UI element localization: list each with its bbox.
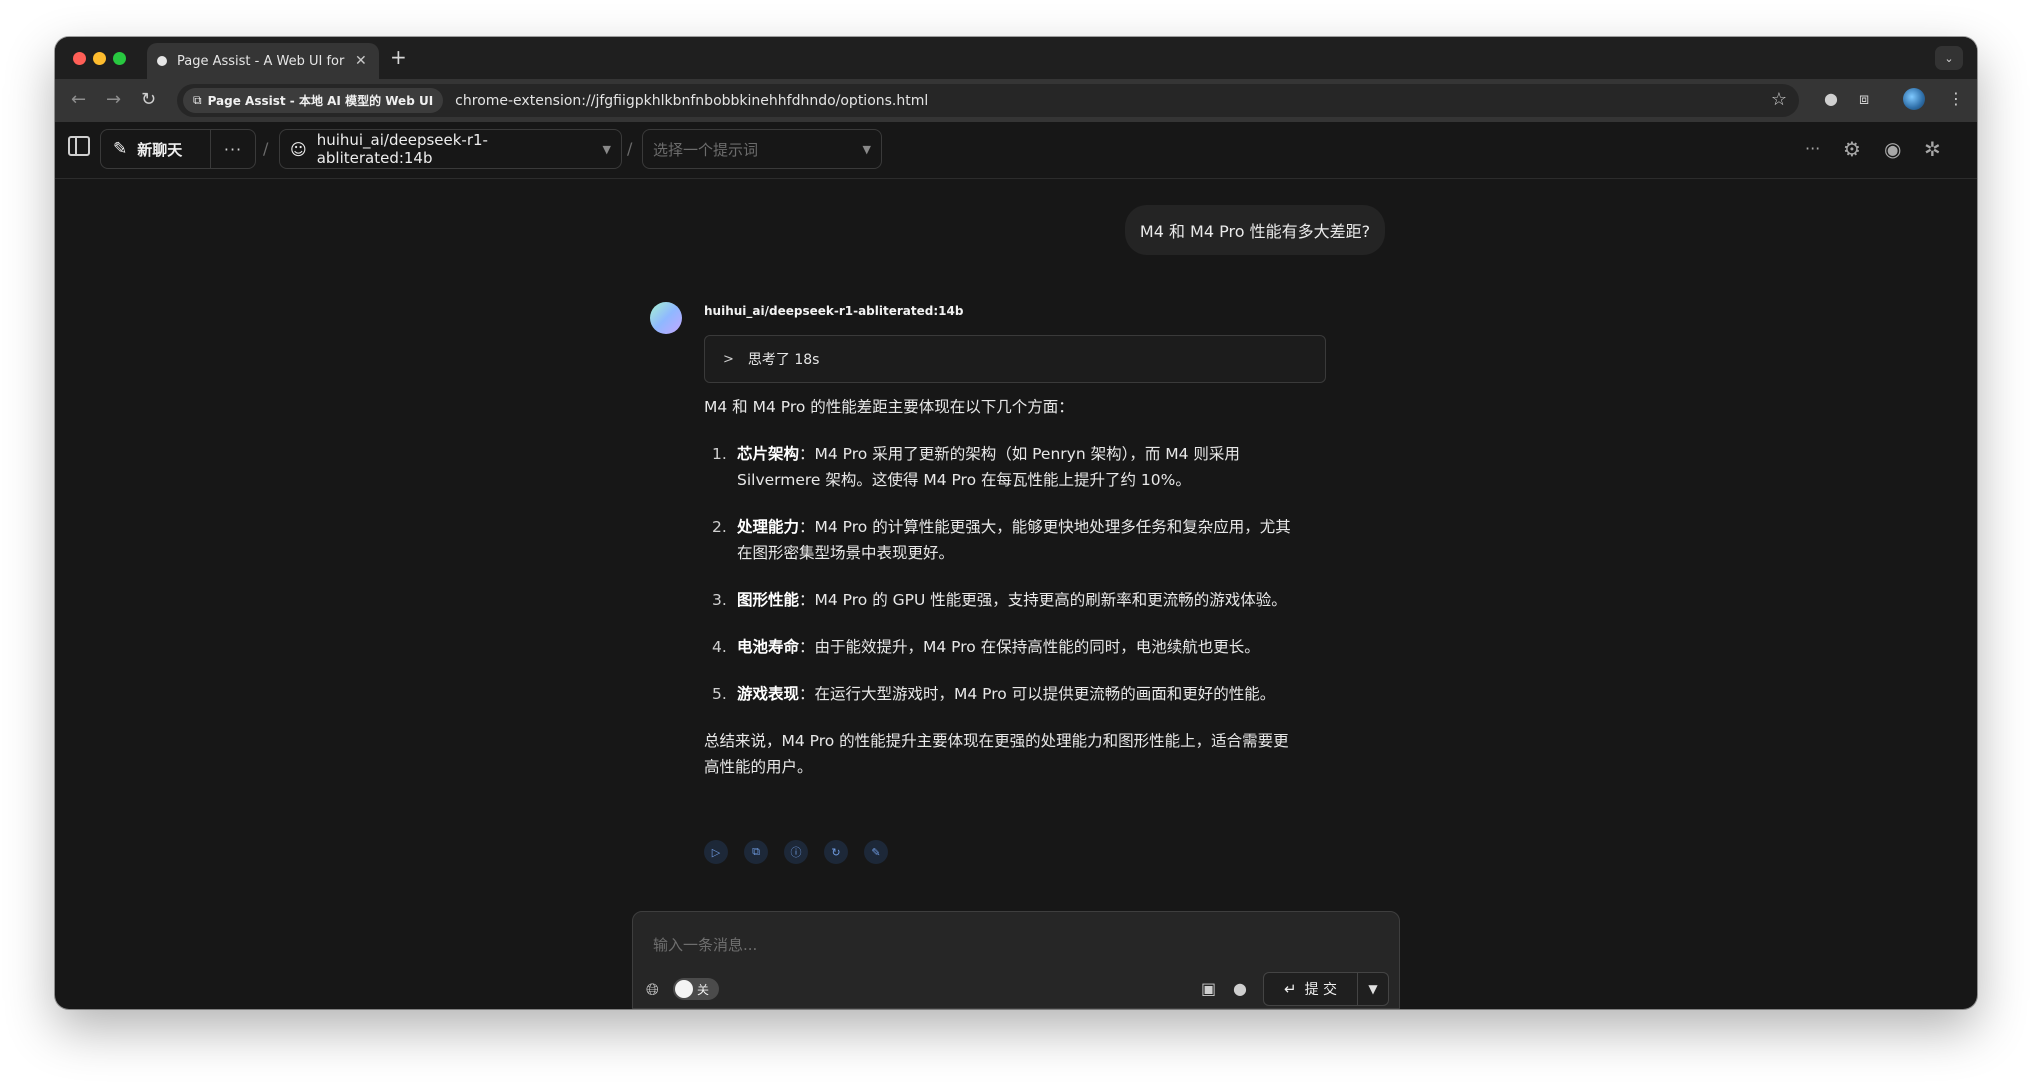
play-icon[interactable]: ▷ [704, 840, 728, 864]
reload-icon[interactable]: ↻ [141, 89, 156, 110]
submit-group: ↵ 提 交 ▼ [1263, 972, 1389, 1006]
settings-icon[interactable]: ⚙ [1843, 137, 1861, 161]
assistant-model-name: huihui_ai/deepseek-r1-abliterated:14b [704, 304, 964, 318]
chat-more-button[interactable]: ··· [211, 130, 255, 168]
model-icon: ☺ [290, 139, 307, 159]
tab-search-button[interactable]: ⌄ [1935, 46, 1963, 70]
new-chat-group: ✎ 新聊天 ··· [100, 129, 256, 169]
new-tab-button[interactable]: + [390, 45, 407, 69]
extension-dot-icon[interactable]: ● [1824, 89, 1838, 108]
list-item: 1. 芯片架构：M4 Pro 采用了更新的架构（如 Penryn 架构），而 M4… [704, 441, 1304, 493]
close-window-button[interactable] [73, 52, 86, 65]
app-header: ✎ 新聊天 ··· / ☺ huihui_ai/deepseek-r1-abli… [55, 122, 1977, 179]
breadcrumb-separator: / [627, 139, 633, 158]
browser-tab[interactable]: Page Assist - A Web UI for Lo ✕ [147, 43, 379, 79]
model-select[interactable]: ☺ huihui_ai/deepseek-r1-abliterated:14b … [279, 129, 622, 169]
item-title: 芯片架构 [737, 445, 800, 463]
item-text: ：由于能效提升，M4 Pro 在保持高性能的同时，电池续航也更长。 [799, 638, 1260, 656]
list-number: 4. [712, 638, 727, 656]
edit-icon[interactable]: ✎ [864, 840, 888, 864]
maximize-window-button[interactable] [113, 52, 126, 65]
copy-icon[interactable]: ⧉ [744, 840, 768, 864]
bookmark-star-icon[interactable]: ☆ [1771, 89, 1787, 110]
thinking-label: 思考了 18s [747, 352, 820, 368]
extensions-puzzle-icon[interactable]: ⧈ [1859, 89, 1869, 109]
new-chat-button[interactable]: ✎ 新聊天 [101, 130, 211, 168]
gear-icon[interactable]: ✲ [1924, 137, 1941, 161]
sidebar-toggle-icon[interactable] [68, 136, 90, 156]
back-icon[interactable]: ← [71, 89, 86, 110]
item-title: 游戏表现 [737, 685, 800, 703]
edit-icon: ✎ [113, 139, 128, 159]
message-actions: ▷ ⧉ ⓘ ↻ ✎ [704, 840, 888, 864]
model-select-value: huihui_ai/deepseek-r1-abliterated:14b [316, 131, 488, 167]
tab-strip: Page Assist - A Web UI for Lo ✕ + ⌄ [55, 37, 1977, 79]
prompt-select[interactable]: 选择一个提示词 ▼ [642, 129, 882, 169]
answer-intro: M4 和 M4 Pro 的性能差距主要体现在以下几个方面： [704, 398, 1074, 416]
chevron-down-icon: ▼ [862, 142, 871, 156]
regenerate-icon[interactable]: ↻ [824, 840, 848, 864]
user-message: M4 和 M4 Pro 性能有多大差距? [1125, 205, 1385, 255]
answer-summary: 总结来说，M4 Pro 的性能提升主要体现在更强的处理能力和图形性能上，适合需要… [704, 732, 1289, 776]
item-title: 处理能力 [737, 518, 800, 536]
item-title: 图形性能 [737, 591, 800, 609]
item-text: ：在运行大型游戏时，M4 Pro 可以提供更流畅的画面和更好的性能。 [799, 685, 1276, 703]
message-input[interactable]: 输入一条消息... [653, 934, 757, 955]
info-icon[interactable]: ⓘ [784, 840, 808, 864]
list-number: 3. [712, 591, 727, 609]
message-composer: 输入一条消息... 🌐︎ 关 ▣ ● ↵ 提 交 ▼ [632, 911, 1400, 1009]
tab-favicon-icon [157, 56, 167, 66]
item-text: ：M4 Pro 采用了更新的架构（如 Penryn 架构），而 M4 则采用 S… [737, 445, 1240, 489]
item-title: 电池寿命 [737, 638, 800, 656]
site-info-chip[interactable]: ⧉ Page Assist - 本地 AI 模型的 Web UI [183, 88, 444, 113]
prompt-select-placeholder: 选择一个提示词 [653, 140, 759, 159]
chevron-down-icon: ▼ [602, 142, 611, 156]
assistant-message: M4 和 M4 Pro 的性能差距主要体现在以下几个方面： 1. 芯片架构：M4 … [704, 394, 1304, 801]
breadcrumb-separator: / [263, 139, 269, 158]
item-text: ：M4 Pro 的计算性能更强大，能够更快地处理多任务和复杂应用，尤其在图形密集… [737, 518, 1291, 562]
extension-page-icon: ⧉ [193, 93, 202, 107]
address-bar[interactable]: ⧉ Page Assist - 本地 AI 模型的 Web UI chrome-… [177, 84, 1799, 117]
forward-icon[interactable]: → [106, 89, 121, 110]
microphone-icon[interactable]: ● [1233, 979, 1247, 998]
list-item: 5. 游戏表现：在运行大型游戏时，M4 Pro 可以提供更流畅的画面和更好的性能。 [704, 681, 1304, 707]
enter-icon: ↵ [1283, 980, 1297, 998]
list-number: 5. [712, 685, 727, 703]
image-upload-icon[interactable]: ▣ [1201, 979, 1216, 998]
list-item: 4. 电池寿命：由于能效提升，M4 Pro 在保持高性能的同时，电池续航也更长。 [704, 634, 1304, 660]
submit-options-button[interactable]: ▼ [1358, 973, 1388, 1005]
chevron-right-icon: > [723, 351, 734, 367]
more-icon[interactable]: ··· [1805, 139, 1820, 158]
profile-avatar[interactable] [1903, 88, 1925, 110]
list-number: 1. [712, 445, 727, 463]
assistant-avatar [650, 302, 682, 334]
list-item: 2. 处理能力：M4 Pro 的计算性能更强大，能够更快地处理多任务和复杂应用，尤… [704, 514, 1304, 566]
list-number: 2. [712, 518, 727, 536]
browser-window: Page Assist - A Web UI for Lo ✕ + ⌄ ← → … [55, 37, 1977, 1009]
site-chip-label: Page Assist - 本地 AI 模型的 Web UI [207, 94, 434, 108]
globe-icon[interactable]: 🌐︎ [646, 980, 659, 1000]
toggle-label: 关 [697, 982, 710, 997]
github-icon[interactable]: ◉ [1884, 137, 1901, 161]
url-text[interactable]: chrome-extension://jfgfiigpkhlkbnfnbobbk… [455, 93, 928, 109]
web-search-toggle[interactable]: 关 [673, 978, 719, 1000]
submit-button[interactable]: ↵ 提 交 [1264, 973, 1358, 1005]
tab-close-icon[interactable]: ✕ [355, 53, 367, 69]
toggle-knob [675, 980, 693, 998]
list-item: 3. 图形性能：M4 Pro 的 GPU 性能更强，支持更高的刷新率和更流畅的游戏… [704, 587, 1304, 613]
chevron-down-icon: ▼ [1368, 982, 1378, 996]
thinking-collapse[interactable]: > 思考了 18s [704, 335, 1326, 383]
new-chat-label: 新聊天 [137, 140, 183, 159]
submit-label: 提 交 [1304, 982, 1338, 998]
item-text: ：M4 Pro 的 GPU 性能更强，支持更高的刷新率和更流畅的游戏体验。 [799, 591, 1287, 609]
tab-title: Page Assist - A Web UI for Lo [177, 53, 345, 69]
browser-toolbar: ← → ↻ ⧉ Page Assist - 本地 AI 模型的 Web UI c… [55, 79, 1977, 122]
browser-menu-icon[interactable]: ⋮ [1948, 89, 1964, 108]
answer-list: 1. 芯片架构：M4 Pro 采用了更新的架构（如 Penryn 架构），而 M4… [704, 441, 1304, 707]
minimize-window-button[interactable] [93, 52, 106, 65]
